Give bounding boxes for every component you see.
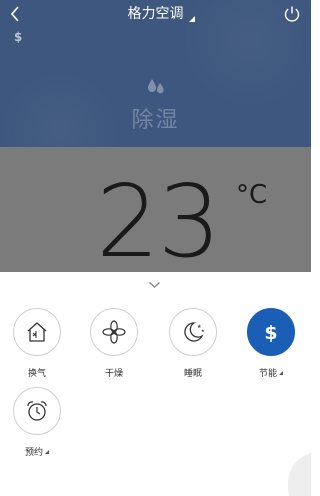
dropdown-caret-icon [188,16,195,22]
energy-saving-indicator: $ [14,30,23,44]
dry-label: 干燥 [104,369,123,379]
top-bar: 格力空调 [0,0,311,28]
dollar-icon: $ [264,322,277,344]
temperature-value: 23 [96,163,221,272]
page-title: 格力空调 [127,6,184,22]
energy-saving-label: 节能 [241,366,301,379]
mode-label: 除湿 [131,108,180,133]
svg-text:$: $ [264,322,277,344]
svg-text:★: ★ [201,328,205,333]
ventilation-button[interactable] [13,308,61,356]
fan-icon [102,320,126,344]
alarm-clock-icon [27,401,47,421]
dry-button[interactable] [90,308,138,356]
sleep-label: 睡眠 [183,369,202,379]
temperature-unit: °C [236,180,268,210]
ventilation-icon [27,322,47,342]
power-button[interactable] [282,4,302,24]
dropdown-caret-icon [45,450,49,454]
ventilation-label: 换气 [27,369,46,379]
device-selector[interactable]: 格力空调 [127,4,195,24]
dehumidify-icon [148,79,164,94]
moon-icon: ★ ★ [184,322,205,342]
energy-saving-button[interactable]: $ [247,308,295,356]
energy-saving-label-text: 节能 [258,369,277,379]
sleep-button[interactable]: ★ ★ [169,308,217,356]
decorative-swirl [287,453,311,496]
dropdown-caret-icon [279,371,283,375]
schedule-label-text: 预约 [24,448,43,458]
power-icon [284,6,300,22]
display-panel: 格力空调 $ 除湿 23 °C [0,0,311,272]
schedule-button[interactable] [13,387,61,435]
page-title-wrap: 格力空调 [0,4,311,24]
schedule-label: 预约 [7,445,67,458]
chevron-down-icon[interactable] [148,281,161,289]
